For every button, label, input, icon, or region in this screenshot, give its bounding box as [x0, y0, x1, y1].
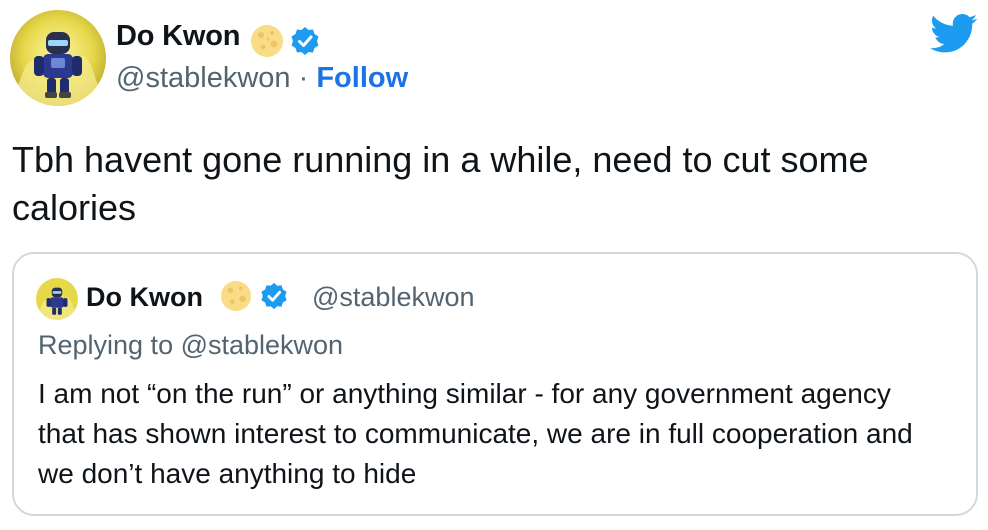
- quoted-tweet-text: I am not “on the run” or anything simila…: [38, 378, 913, 489]
- quoted-author-handle: @stablekwon: [312, 282, 475, 312]
- author-avatar[interactable]: [10, 10, 106, 106]
- follow-button[interactable]: Follow: [316, 62, 408, 94]
- verified-badge-icon: [260, 282, 288, 310]
- full-moon-emoji-icon: [250, 24, 284, 58]
- replying-to-label: Replying to @stablekwon: [38, 330, 344, 360]
- quoted-tweet-card[interactable]: Do Kwon @stablekwon Replying to @stablek…: [12, 252, 978, 516]
- author-display-name[interactable]: Do Kwon: [116, 20, 240, 53]
- avatar-robot-icon: [36, 278, 78, 320]
- verified-badge-icon: [290, 26, 320, 56]
- full-moon-emoji-icon: [220, 280, 252, 312]
- author-handle[interactable]: @stablekwon: [116, 62, 291, 94]
- tweet-text: Tbh havent gone running in a while, need…: [12, 139, 869, 228]
- author-handle-line: @stablekwon · Follow: [116, 62, 408, 95]
- separator-dot: ·: [298, 62, 309, 94]
- twitter-bird-icon[interactable]: [930, 14, 978, 54]
- avatar-robot-icon: [10, 10, 106, 106]
- quoted-author-display-name: Do Kwon: [86, 282, 203, 312]
- quoted-author-avatar: [36, 278, 78, 320]
- embedded-tweet: Do Kwon @stablekwon · Follow Tbh havent …: [0, 0, 988, 530]
